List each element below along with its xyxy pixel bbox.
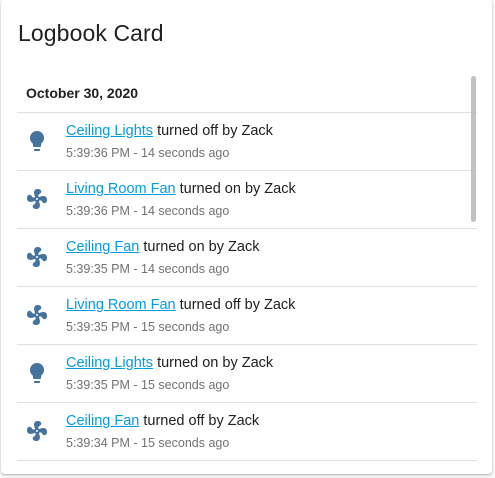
lightbulb-icon [25, 361, 49, 385]
entry-relative-time: 15 seconds ago [141, 436, 230, 450]
entity-link[interactable]: Ceiling Lights [66, 123, 153, 139]
entry-action: turned on by Zack [143, 239, 260, 255]
logbook-entry: Living Room Fan turned on by Zack 5:39:36… [17, 171, 477, 229]
logbook-card: Logbook Card October 30, 2020 Ceiling Li… [1, 0, 492, 474]
entry-time: 5:39:35 PM [66, 378, 130, 392]
entry-time-separator: - [129, 146, 142, 160]
entry-action: turned on by Zack [179, 181, 296, 197]
entry-timestamp: 5:39:36 PM - 14 seconds ago [66, 146, 229, 160]
entry-timestamp: 5:39:35 PM - 15 seconds ago [66, 320, 229, 334]
fan-icon [25, 187, 49, 211]
entry-relative-time: 14 seconds ago [141, 204, 230, 218]
logbook-entry: Ceiling Fan turned off by Zack 5:39:34 PM… [17, 403, 477, 461]
entity-link[interactable]: Ceiling Fan [66, 239, 139, 255]
entry-message: Ceiling Fan turned off by Zack [66, 413, 259, 429]
entry-action: turned off by Zack [143, 413, 260, 429]
fan-icon [25, 303, 49, 327]
entity-link[interactable]: Ceiling Lights [66, 355, 153, 371]
entity-link[interactable]: Living Room Fan [66, 297, 176, 313]
entity-link[interactable]: Living Room Fan [66, 181, 176, 197]
logbook-entry: Ceiling Fan turned on by Zack 5:39:35 PM … [17, 229, 477, 287]
logbook-entry: Living Room Fan turned off by Zack 5:39:3… [17, 287, 477, 345]
entry-time: 5:39:35 PM [66, 262, 130, 276]
entry-message: Living Room Fan turned on by Zack [66, 181, 296, 197]
scrollbar-thumb[interactable] [471, 76, 476, 222]
entry-timestamp: 5:39:36 PM - 14 seconds ago [66, 204, 229, 218]
entry-timestamp: 5:39:34 PM - 15 seconds ago [66, 436, 229, 450]
entry-action: turned on by Zack [157, 355, 274, 371]
entry-relative-time: 15 seconds ago [141, 320, 230, 334]
entry-time: 5:39:36 PM [66, 146, 130, 160]
entry-time-separator: - [129, 204, 142, 218]
logbook-entry: Ceiling Lights turned off by Zack 5:39:36… [17, 113, 477, 171]
entry-action: turned off by Zack [179, 297, 296, 313]
entry-timestamp: 5:39:35 PM - 15 seconds ago [66, 378, 229, 392]
entry-time: 5:39:34 PM [66, 436, 130, 450]
fan-icon [25, 419, 49, 443]
fan-icon [25, 245, 49, 269]
entry-time-separator: - [129, 320, 142, 334]
entry-relative-time: 15 seconds ago [141, 378, 230, 392]
entry-relative-time: 14 seconds ago [141, 146, 230, 160]
entry-action: turned off by Zack [157, 123, 273, 139]
entry-message: Living Room Fan turned off by Zack [66, 297, 295, 313]
entry-time-separator: - [129, 378, 142, 392]
entry-message: Ceiling Lights turned off by Zack [66, 123, 273, 139]
entry-message: Ceiling Fan turned on by Zack [66, 239, 259, 255]
entry-time-separator: - [129, 262, 142, 276]
entity-link[interactable]: Ceiling Fan [66, 413, 139, 429]
entry-message: Ceiling Lights turned on by Zack [66, 355, 273, 371]
lightbulb-icon [25, 129, 49, 153]
entry-relative-time: 14 seconds ago [141, 262, 230, 276]
entry-time: 5:39:36 PM [66, 204, 130, 218]
date-header: October 30, 2020 [17, 72, 477, 113]
entry-timestamp: 5:39:35 PM - 14 seconds ago [66, 262, 229, 276]
entry-time-separator: - [129, 436, 142, 450]
logbook-scroll-area[interactable]: October 30, 2020 Ceiling Lights turned o… [17, 72, 477, 474]
card-title: Logbook Card [18, 20, 164, 46]
logbook-entries: Ceiling Lights turned off by Zack 5:39:36… [17, 113, 477, 461]
entry-time: 5:39:35 PM [66, 320, 130, 334]
logbook-entry: Ceiling Lights turned on by Zack 5:39:35 … [17, 345, 477, 403]
